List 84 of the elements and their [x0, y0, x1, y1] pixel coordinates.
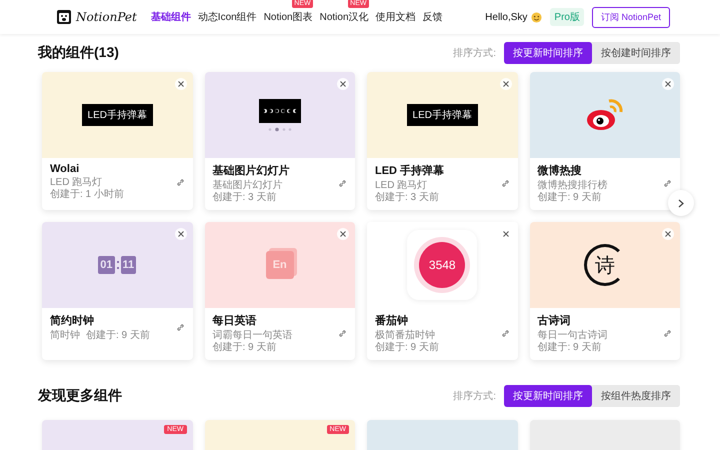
close-button[interactable]	[500, 78, 512, 90]
sort-label: 排序方式:	[453, 390, 496, 403]
led-banner: LED手持弹幕	[406, 104, 478, 126]
close-icon	[178, 231, 184, 237]
led-banner: LED手持弹幕	[82, 104, 153, 126]
moon-phases-drawing	[258, 98, 301, 122]
link-icon[interactable]	[176, 323, 184, 332]
link-icon[interactable]	[500, 179, 510, 188]
created-time: 创建于: 9 天前	[538, 342, 602, 354]
close-icon	[665, 81, 671, 87]
card-description: 词霸每日一句英语	[212, 330, 292, 342]
link-icon[interactable]	[176, 178, 184, 186]
card-title: 微博热搜	[538, 164, 582, 178]
close-icon	[340, 231, 346, 237]
widget-card[interactable]: 01 11 简约时钟 简时钟 创建于: 9 天前	[42, 222, 192, 360]
nav-link[interactable]: 反馈	[422, 10, 443, 24]
card-title: LED 手持弹幕	[375, 164, 446, 178]
card-description: 基础图片幻灯片	[212, 180, 282, 192]
widget-card[interactable]: 基础图片幻灯片 基础图片幻灯片 创建于: 3 天前	[204, 72, 355, 210]
card-description: LED 跑马灯	[375, 180, 428, 192]
paw-logo-icon	[56, 9, 72, 25]
logo-text[interactable]: NotionPet	[76, 10, 137, 24]
clock-digits: 01	[98, 256, 115, 274]
widget-card[interactable]: En 每日英语 词霸每日一句英语 创建于: 9 天前	[204, 222, 355, 360]
close-button[interactable]	[662, 78, 674, 90]
created-time: 创建于: 3 天前	[212, 192, 276, 204]
link-icon[interactable]	[338, 179, 347, 188]
close-icon	[502, 81, 508, 87]
widget-card[interactable]: LED手持弹幕 Wolai LED 跑马灯 创建于: 1 小时前	[42, 72, 192, 210]
card-description: 简时钟	[50, 330, 80, 342]
card-description: 微博热搜排行榜	[538, 180, 608, 192]
greeting-text: Hello,Sky	[485, 12, 528, 22]
created-time: 创建于: 9 天前	[375, 342, 439, 354]
nav-link[interactable]: Notion汉化	[320, 10, 369, 24]
close-button[interactable]	[337, 78, 349, 90]
card-description: 每日一句古诗词	[538, 330, 608, 342]
section-title: 我的组件(13)	[38, 44, 119, 62]
close-button[interactable]	[174, 228, 186, 240]
widget-card[interactable]: 3548 番茄钟 极简番茄时钟 创建于: 9 天前	[367, 222, 518, 360]
close-button[interactable]	[174, 78, 186, 90]
card-title: 番茄钟	[375, 314, 409, 328]
widget-card[interactable]: LED手持弹幕 LED 手持弹幕 LED 跑马灯 创建于: 3 天前	[367, 72, 518, 210]
subscribe-button[interactable]: 订阅 NotionPet	[592, 6, 670, 28]
card-title: 古诗词	[538, 314, 572, 328]
created-time: 创建于: 9 天前	[538, 192, 602, 204]
card-title: 每日英语	[212, 314, 258, 328]
link-icon[interactable]	[663, 329, 672, 338]
card-title: Wolai	[50, 163, 80, 175]
plan-badge: Pro版	[550, 8, 584, 26]
section-title: 发现更多组件	[38, 387, 122, 405]
link-icon[interactable]	[663, 179, 672, 188]
widget-card[interactable]: 微博热搜 微博热搜排行榜 创建于: 9 天前	[530, 72, 680, 210]
nav-link[interactable]: 使用文档	[376, 10, 416, 24]
dictionary-app-icon: En	[266, 251, 294, 279]
card-title: 基础图片幻灯片	[212, 164, 290, 178]
colon-icon	[116, 261, 119, 269]
close-icon	[502, 231, 508, 237]
close-icon	[340, 81, 346, 87]
smiley-icon	[531, 12, 542, 22]
link-icon[interactable]	[338, 329, 347, 338]
card-description: LED 跑马灯	[50, 177, 102, 188]
nav-link[interactable]: 基础组件	[150, 10, 191, 24]
link-icon[interactable]	[500, 329, 510, 338]
nav-link[interactable]: 动态Icon组件	[198, 10, 257, 24]
close-icon	[665, 231, 671, 237]
close-button[interactable]	[337, 228, 349, 240]
chevron-right-icon	[678, 198, 684, 208]
carousel-dots-icon	[266, 126, 293, 132]
sort-label: 排序方式:	[453, 46, 496, 60]
card-description: 极简番茄时钟	[375, 330, 435, 342]
sort-option[interactable]: 按更新时间排序	[504, 385, 592, 407]
weibo-logo-icon	[584, 98, 625, 132]
close-button[interactable]	[662, 228, 674, 240]
timer-circle: 3548	[419, 242, 466, 288]
created-time: 创建于: 3 天前	[375, 192, 439, 204]
clock-digits: 11	[120, 256, 136, 274]
widget-card[interactable]: 诗 古诗词 每日一句古诗词 创建于: 9 天前	[530, 222, 680, 360]
card-title: 简约时钟	[50, 314, 95, 328]
close-icon	[178, 81, 184, 87]
sort-option[interactable]: 按更新时间排序	[504, 42, 592, 64]
nav-link[interactable]: Notion图表	[264, 10, 313, 24]
created-time: 创建于: 9 天前	[212, 342, 276, 354]
created-time: 创建于: 1 小时前	[50, 189, 124, 201]
created-time: 创建于: 9 天前	[86, 330, 150, 342]
